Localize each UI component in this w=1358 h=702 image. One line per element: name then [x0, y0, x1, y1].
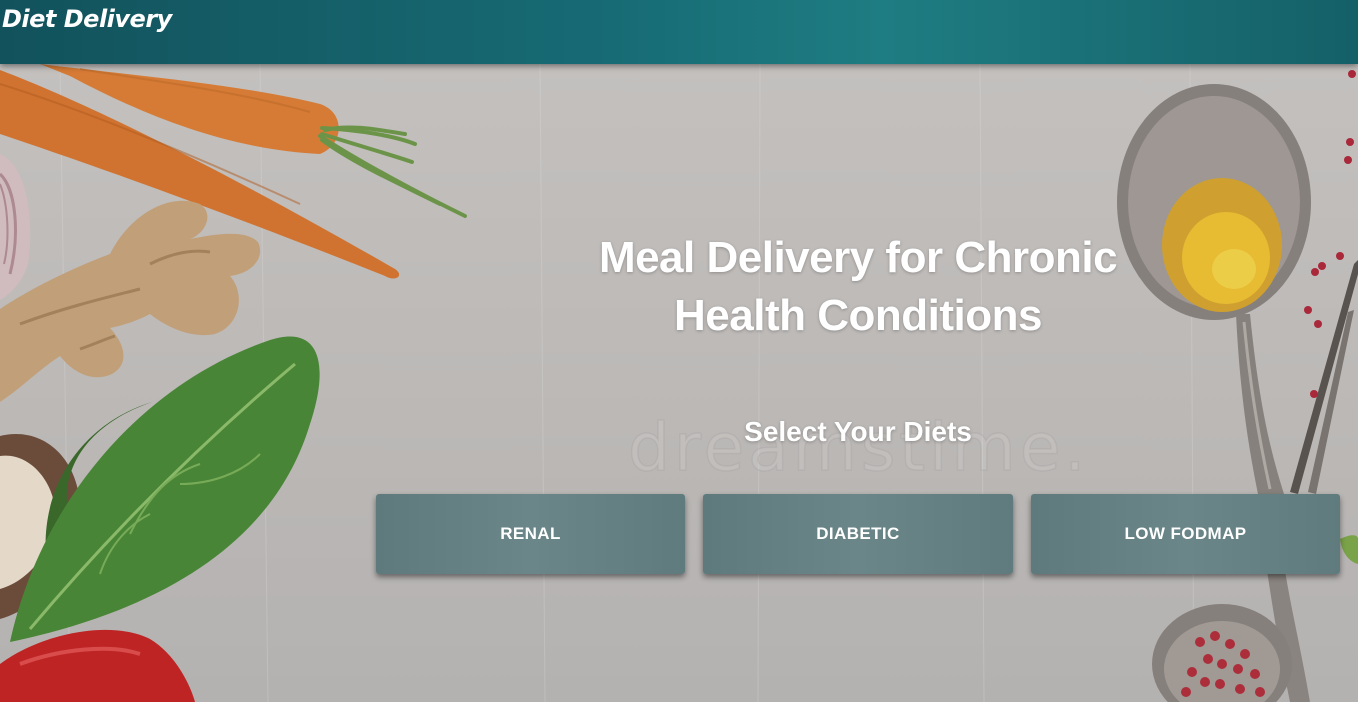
- hero-title: Meal Delivery for Chronic Health Conditi…: [558, 229, 1158, 345]
- select-diets-heading: Select Your Diets: [744, 416, 972, 447]
- hero-title-line-1: Meal Delivery for Chronic: [598, 233, 1118, 282]
- low-fodmap-diet-button[interactable]: LOW FODMAP: [1031, 494, 1340, 574]
- brand-logo[interactable]: Diet Delivery: [2, 5, 172, 33]
- diabetic-diet-button[interactable]: DIABETIC: [703, 494, 1013, 574]
- top-navbar: Diet Delivery: [0, 0, 1358, 64]
- hero-section: dreamstime. Meal Delivery for Chronic He…: [0, 64, 1358, 702]
- page: Diet Delivery dreamstime. Meal Delivery …: [0, 0, 1358, 702]
- hero-title-line-2: Health Conditions: [674, 291, 1042, 340]
- background-overlay: [0, 64, 1358, 702]
- renal-diet-button[interactable]: RENAL: [376, 494, 685, 574]
